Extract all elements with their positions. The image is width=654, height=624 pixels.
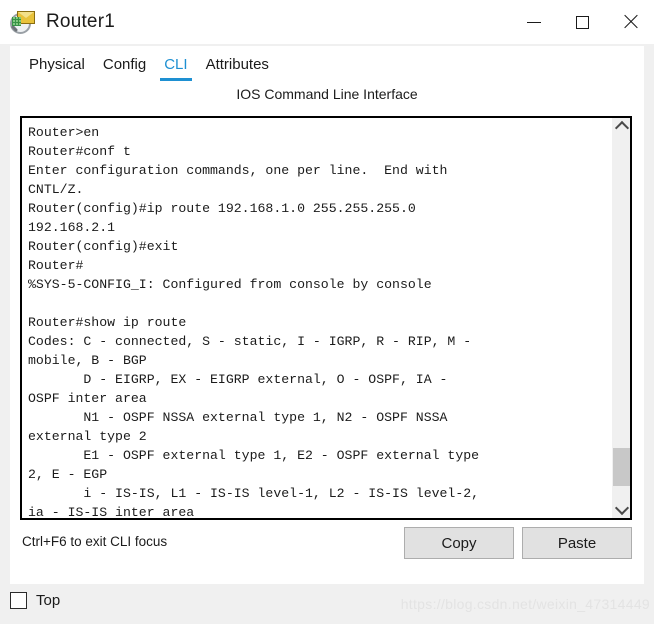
close-button[interactable] xyxy=(606,0,654,44)
tab-bar: Physical Config CLI Attributes xyxy=(10,46,400,84)
copy-button[interactable]: Copy xyxy=(404,527,514,559)
cli-output-text: Router>en Router#conf t Enter configurat… xyxy=(28,125,480,518)
tab-attributes[interactable]: Attributes xyxy=(197,50,278,80)
window-controls xyxy=(510,0,654,44)
tab-config[interactable]: Config xyxy=(94,50,155,80)
tab-cli[interactable]: CLI xyxy=(155,50,196,81)
top-checkbox-label: Top xyxy=(36,592,61,609)
maximize-button[interactable] xyxy=(558,0,606,44)
cli-terminal-container: Router>en Router#conf t Enter configurat… xyxy=(20,116,632,520)
minimize-icon xyxy=(527,21,541,23)
top-checkbox-row[interactable]: Top xyxy=(10,592,60,609)
cli-focus-hint: Ctrl+F6 to exit CLI focus xyxy=(22,534,168,549)
scroll-down-chevron-icon[interactable] xyxy=(613,500,630,518)
dialog-footer: Top https://blog.csdn.net/weixin_4731444… xyxy=(0,584,654,624)
minimize-button[interactable] xyxy=(510,0,558,44)
scrollbar-thumb[interactable] xyxy=(613,448,630,486)
cli-scrollbar[interactable] xyxy=(612,118,630,518)
tab-physical[interactable]: Physical xyxy=(20,50,94,80)
close-icon xyxy=(622,14,638,30)
maximize-icon xyxy=(575,15,589,29)
scroll-up-chevron-icon[interactable] xyxy=(613,118,630,136)
top-checkbox[interactable] xyxy=(10,592,27,609)
paste-button[interactable]: Paste xyxy=(522,527,632,559)
watermark-text: https://blog.csdn.net/weixin_47314449 xyxy=(400,596,650,612)
window-title-bar: Router1 xyxy=(0,0,654,44)
cli-terminal[interactable]: Router>en Router#conf t Enter configurat… xyxy=(22,118,612,518)
device-dialog-panel: Physical Config CLI Attributes IOS Comma… xyxy=(10,46,644,584)
packet-tracer-inspect-icon xyxy=(10,9,36,35)
window-title: Router1 xyxy=(46,11,115,32)
cli-section-title: IOS Command Line Interface xyxy=(236,86,418,102)
